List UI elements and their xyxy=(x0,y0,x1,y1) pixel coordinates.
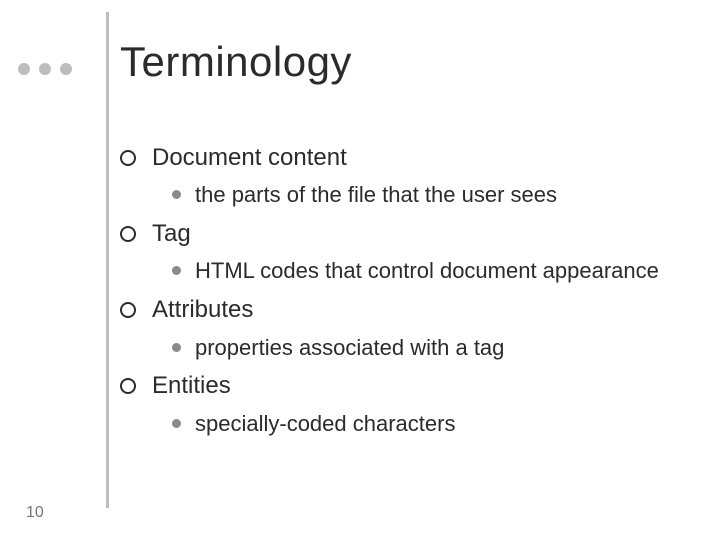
hollow-bullet-icon xyxy=(120,150,136,166)
list-item: Attributes xyxy=(120,294,696,326)
hollow-bullet-icon xyxy=(120,226,136,242)
hollow-bullet-icon xyxy=(120,302,136,318)
list-subitem: specially-coded characters xyxy=(172,409,696,439)
decor-dot-icon xyxy=(18,63,30,75)
list-subitem-text: the parts of the file that the user sees xyxy=(195,180,557,210)
list-item-label: Attributes xyxy=(152,294,253,326)
slide: Terminology Document content the parts o… xyxy=(0,0,720,540)
list-item-label: Entities xyxy=(152,370,231,402)
list-subitem: properties associated with a tag xyxy=(172,333,696,363)
solid-bullet-icon xyxy=(172,266,181,275)
list-item: Tag xyxy=(120,218,696,250)
solid-bullet-icon xyxy=(172,190,181,199)
list-subitem-text: specially-coded characters xyxy=(195,409,455,439)
list-item-label: Document content xyxy=(152,142,347,174)
decor-dots xyxy=(18,63,72,75)
list-subitem-text: HTML codes that control document appeara… xyxy=(195,256,659,286)
hollow-bullet-icon xyxy=(120,378,136,394)
solid-bullet-icon xyxy=(172,343,181,352)
list-item: Document content xyxy=(120,142,696,174)
list-subitem: the parts of the file that the user sees xyxy=(172,180,696,210)
vertical-rule xyxy=(106,12,109,508)
decor-dot-icon xyxy=(39,63,51,75)
slide-content: Document content the parts of the file t… xyxy=(120,140,696,446)
list-subitem: HTML codes that control document appeara… xyxy=(172,256,696,286)
list-item: Entities xyxy=(120,370,696,402)
list-item-label: Tag xyxy=(152,218,191,250)
decor-dot-icon xyxy=(60,63,72,75)
solid-bullet-icon xyxy=(172,419,181,428)
list-subitem-text: properties associated with a tag xyxy=(195,333,504,363)
slide-title: Terminology xyxy=(120,38,352,86)
page-number: 10 xyxy=(26,504,44,522)
